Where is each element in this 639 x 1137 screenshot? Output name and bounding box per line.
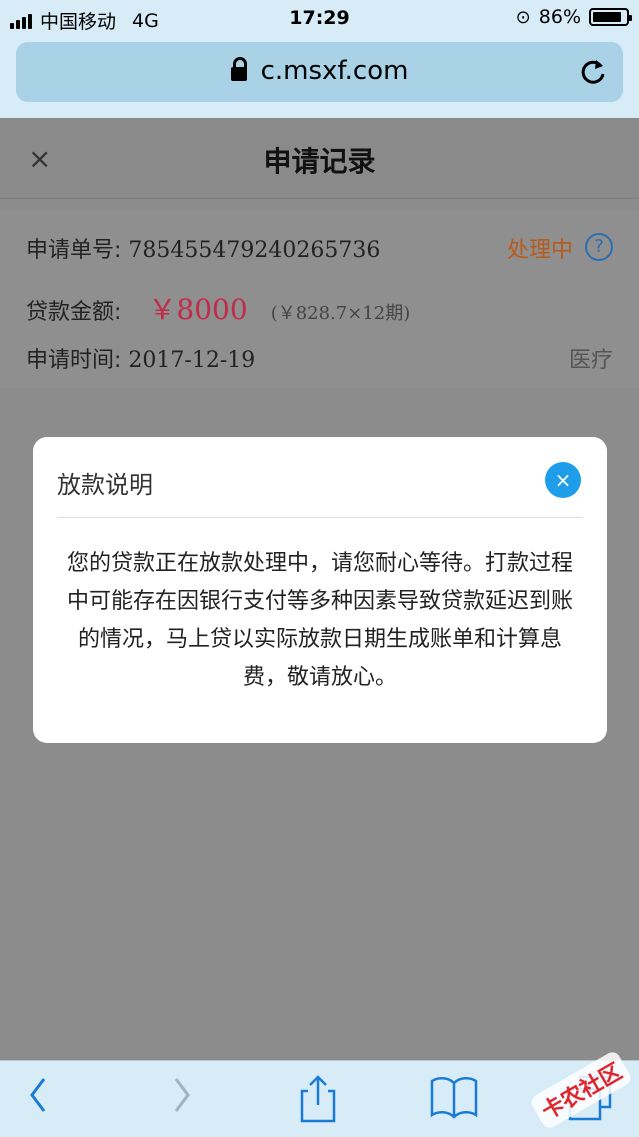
application-date: 2017-12-19 <box>128 348 256 373</box>
battery-fill <box>593 12 621 22</box>
status-right: ⊙ 86% <box>515 6 632 28</box>
installment-detail: (￥828.7×12期) <box>270 303 411 324</box>
address-bar[interactable]: c.msxf.com <box>16 42 623 102</box>
share-icon[interactable] <box>300 1075 336 1123</box>
forward-icon[interactable] <box>170 1075 194 1115</box>
back-icon[interactable] <box>26 1075 50 1115</box>
orientation-lock-icon: ⊙ <box>515 6 531 28</box>
browser-chrome: c.msxf.com <box>0 38 639 118</box>
order-label: 申请单号: <box>26 238 122 263</box>
url-text: c.msxf.com <box>260 56 409 86</box>
loan-category: 医疗 <box>568 348 613 373</box>
order-row: 申请单号: 785455479240265736 <box>26 232 380 264</box>
url-display[interactable]: c.msxf.com <box>16 56 623 86</box>
lock-icon <box>230 57 247 81</box>
application-record-card: 申请单号: 785455479240265736 处理中 ? 贷款金额: ￥80… <box>0 210 639 388</box>
battery-icon <box>589 8 632 26</box>
page-title: 申请记录 <box>263 145 376 178</box>
status-bar: 中国移动 4G 17:29 ⊙ 86% <box>0 0 639 38</box>
modal-message: 您的贷款正在放款处理中，请您耐心等待。打款过程中可能存在因银行支付等多种因素导致… <box>66 551 573 690</box>
status-badge: 处理中 <box>506 238 573 263</box>
modal-close-icon[interactable]: × <box>545 462 581 498</box>
disbursement-modal: 放款说明 × 您的贷款正在放款处理中，请您耐心等待。打款过程中可能存在因银行支付… <box>33 437 607 743</box>
order-number: 785455479240265736 <box>128 238 381 263</box>
bookmarks-icon[interactable] <box>430 1075 478 1119</box>
modal-divider <box>57 517 583 518</box>
amount-row: 贷款金额: ￥8000 (￥828.7×12期) <box>26 288 410 328</box>
date-label: 申请时间: <box>26 348 122 373</box>
help-icon[interactable]: ? <box>585 233 613 261</box>
modal-title: 放款说明 <box>57 471 153 499</box>
reload-icon[interactable] <box>577 56 609 88</box>
page-header: × 申请记录 <box>0 118 639 199</box>
loan-amount: ￥8000 <box>148 293 248 326</box>
battery-percent: 86% <box>538 6 581 28</box>
date-row: 申请时间: 2017-12-19 <box>26 342 255 374</box>
amount-label: 贷款金额: <box>26 300 122 325</box>
